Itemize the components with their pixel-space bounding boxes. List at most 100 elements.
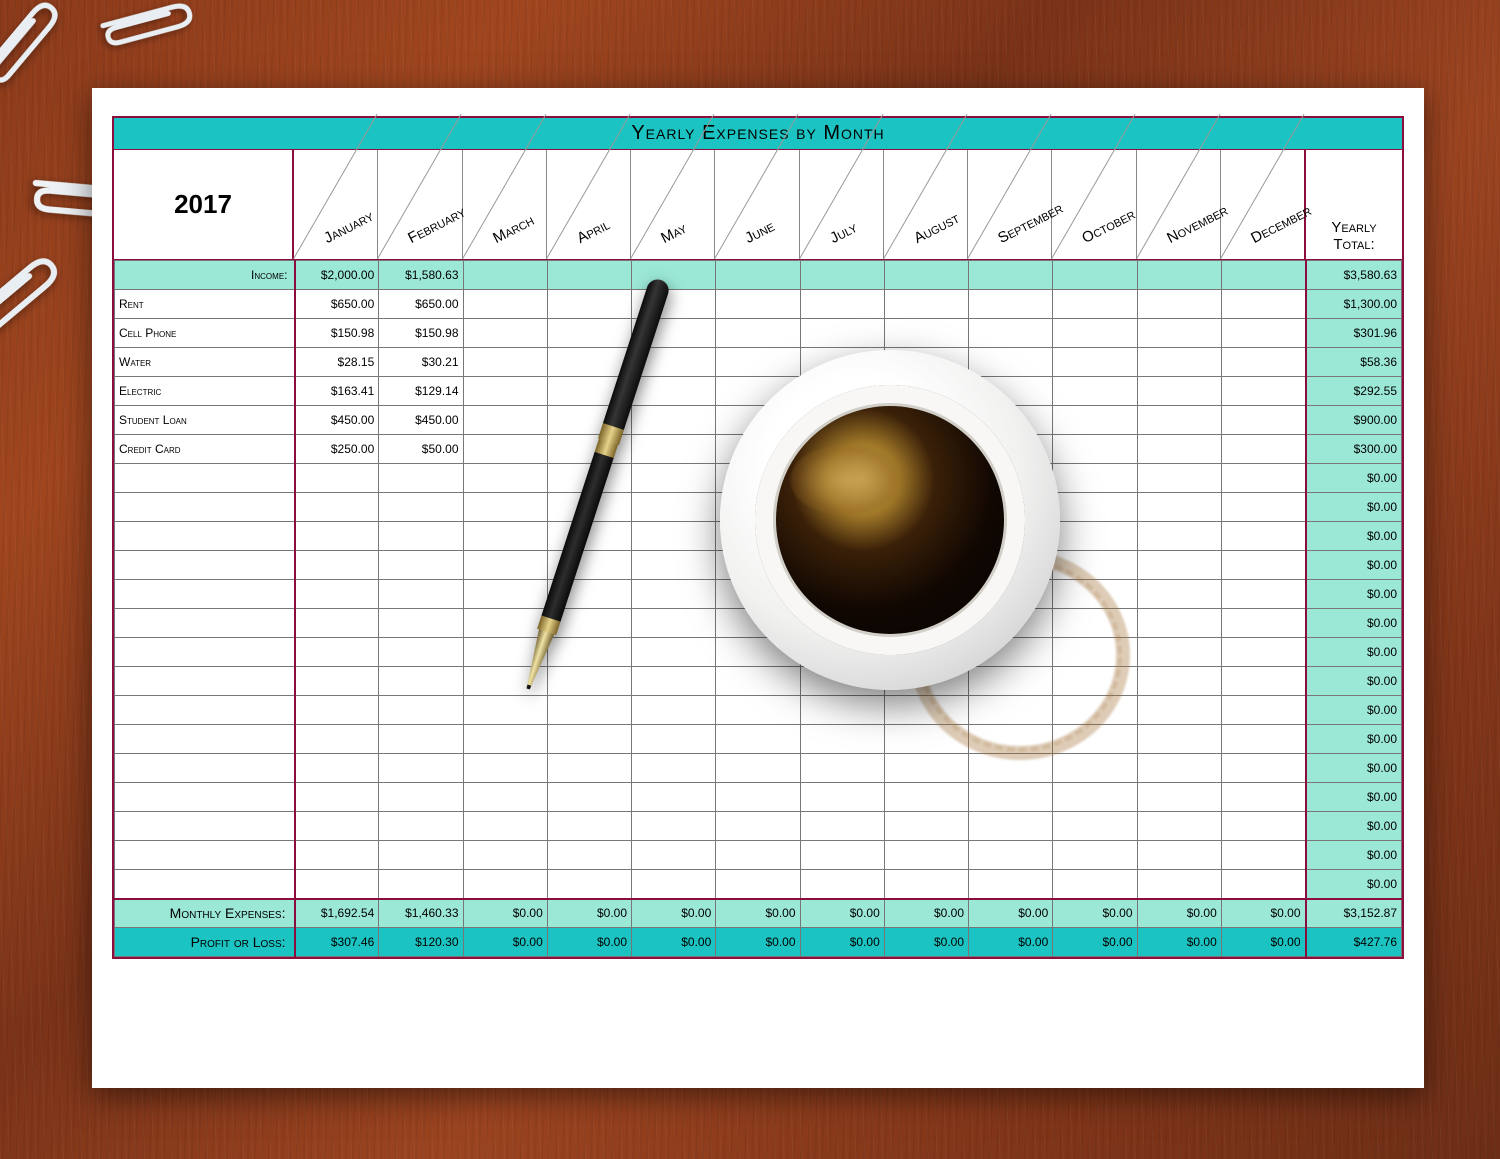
expense-row-4-value [716,406,800,435]
expense-row-6-total: $0.00 [1306,464,1402,493]
profit-loss-row-value: $0.00 [800,928,884,957]
expense-row-10-value [800,580,884,609]
expense-row-0: Rent$650.00$650.00$1,300.00 [115,290,1402,319]
expense-row-2: Water$28.15$30.21$58.36 [115,348,1402,377]
profit-loss-row-value: $0.00 [1221,928,1305,957]
expense-row-9: $0.00 [115,551,1402,580]
expense-row-17-label [115,783,295,812]
expense-row-10-value [295,580,379,609]
expense-row-8-value [800,522,884,551]
expense-row-2-value [632,348,716,377]
expense-row-5-value [463,435,547,464]
expense-row-19-value [463,841,547,870]
expense-row-11-value [547,609,631,638]
expense-row-10-label [115,580,295,609]
expense-row-6: $0.00 [115,464,1402,493]
monthly-expenses-row-value: $0.00 [632,899,716,928]
expense-row-14-value [632,696,716,725]
expense-row-20-value [1137,870,1221,899]
expense-row-5-value: $250.00 [295,435,379,464]
expense-row-16-value [1137,754,1221,783]
expense-row-13-value [295,667,379,696]
expense-row-18-total: $0.00 [1306,812,1402,841]
expense-row-4-value [632,406,716,435]
expense-row-10-value [716,580,800,609]
expense-row-0-value [969,290,1053,319]
expense-row-18-value [547,812,631,841]
expense-row-8-value [379,522,463,551]
expense-row-15-value [800,725,884,754]
expense-row-4-value [1221,406,1305,435]
expense-row-13-value [884,667,968,696]
monthly-expenses-row-value: $0.00 [884,899,968,928]
expense-row-19-value [1221,841,1305,870]
expense-row-14-value [463,696,547,725]
income-row-value [716,261,800,290]
expense-row-0-value: $650.00 [295,290,379,319]
expense-row-3-value: $163.41 [295,377,379,406]
expense-row-9-total: $0.00 [1306,551,1402,580]
expense-row-1-value: $150.98 [379,319,463,348]
expense-row-16-value [800,754,884,783]
expense-row-6-value [716,464,800,493]
expense-row-1-value [884,319,968,348]
expense-row-20-value [1221,870,1305,899]
expense-row-12-value [1137,638,1221,667]
expense-row-17-value [295,783,379,812]
expense-row-9-value [1053,551,1137,580]
expense-row-14-value [547,696,631,725]
expense-row-6-value [884,464,968,493]
expense-row-15-value [1221,725,1305,754]
expense-row-8-value [632,522,716,551]
expense-row-14-value [379,696,463,725]
month-header-september: September [968,150,1052,259]
expense-row-15-value [463,725,547,754]
expense-row-20-value [379,870,463,899]
expense-row-18-label [115,812,295,841]
expense-row-20-value [800,870,884,899]
expense-row-2-value [1053,348,1137,377]
expense-row-5-value [1221,435,1305,464]
income-row-total: $3,580.63 [1306,261,1402,290]
expense-row-18-value [884,812,968,841]
expense-row-5-value [1137,435,1221,464]
income-row-value [1137,261,1221,290]
profit-loss-row-value: $0.00 [969,928,1053,957]
expense-row-1-value [463,319,547,348]
expense-row-3-total: $292.55 [1306,377,1402,406]
expense-row-11-value [716,609,800,638]
profit-loss-row-value: $0.00 [884,928,968,957]
monthly-expenses-row-value: $0.00 [1053,899,1137,928]
expense-row-0-value [1137,290,1221,319]
expense-row-10-value [547,580,631,609]
expense-row-7-value [884,493,968,522]
expense-row-9-value [632,551,716,580]
expense-row-7-value [632,493,716,522]
expense-row-1-value [800,319,884,348]
expense-row-19-value [800,841,884,870]
expense-row-9-value [1221,551,1305,580]
expense-row-12-label [115,638,295,667]
expense-row-18-value [969,812,1053,841]
expense-row-4-value [800,406,884,435]
expense-row-12-value [969,638,1053,667]
expense-row-17-value [1053,783,1137,812]
month-header-november: November [1137,150,1221,259]
income-row-label: Income: [115,261,295,290]
expense-row-11-total: $0.00 [1306,609,1402,638]
expense-row-6-value [463,464,547,493]
expense-row-11-value [1221,609,1305,638]
monthly-expenses-row-label: Monthly Expenses: [115,899,295,928]
expense-row-7-value [1053,493,1137,522]
expense-row-10-value [1221,580,1305,609]
expense-row-8-value [1053,522,1137,551]
expense-row-0-value [1221,290,1305,319]
expense-row-15-value [379,725,463,754]
expense-row-6-value [800,464,884,493]
expense-row-9-value [884,551,968,580]
expense-row-13-value [463,667,547,696]
income-row-value [1053,261,1137,290]
expense-row-7-value [463,493,547,522]
expense-row-4-value [1137,406,1221,435]
expense-row-12: $0.00 [115,638,1402,667]
